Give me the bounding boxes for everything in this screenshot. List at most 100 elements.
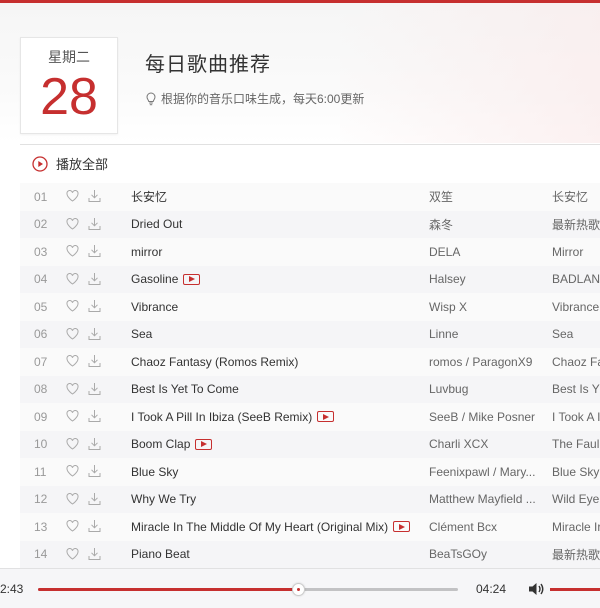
song-title-text: Why We Try bbox=[131, 492, 197, 507]
song-album[interactable]: Vibrance bbox=[552, 300, 600, 314]
heart-icon[interactable] bbox=[66, 217, 79, 230]
heart-icon[interactable] bbox=[66, 465, 79, 477]
player-bar: 2:43 04:24 bbox=[0, 568, 600, 608]
play-all-button[interactable]: 播放全部 bbox=[20, 144, 600, 182]
mv-icon[interactable] bbox=[317, 411, 335, 423]
song-album[interactable]: 长安忆 bbox=[552, 188, 600, 205]
song-artist[interactable]: 双笙 bbox=[429, 188, 541, 205]
download-icon[interactable] bbox=[88, 354, 101, 368]
song-album[interactable]: Wild Eye bbox=[552, 492, 600, 506]
song-title[interactable]: mirror bbox=[131, 245, 162, 259]
download-icon[interactable] bbox=[88, 272, 101, 286]
volume-slider[interactable] bbox=[550, 588, 600, 591]
song-title[interactable]: Blue Sky bbox=[131, 465, 178, 479]
song-artist[interactable]: Matthew Mayfield ... bbox=[429, 492, 541, 506]
heart-icon[interactable] bbox=[66, 300, 79, 312]
song-row[interactable]: 09 I Took A Pill In Ibiza (SeeB Remix) See… bbox=[20, 403, 600, 431]
song-row[interactable]: 08 Best Is Yet To Come Luvbug Best Is Y bbox=[20, 375, 600, 403]
song-title[interactable]: Boom Clap bbox=[131, 437, 213, 452]
download-icon[interactable] bbox=[88, 217, 101, 231]
song-album[interactable]: Sea bbox=[552, 327, 600, 341]
song-row[interactable]: 10 Boom Clap Charli XCX The Faul bbox=[20, 430, 600, 458]
song-row[interactable]: 12 Why We Try Matthew Mayfield ... Wild Eye bbox=[20, 485, 600, 513]
song-row[interactable]: 04 Gasoline Halsey BADLANDS bbox=[20, 265, 600, 293]
song-title[interactable]: I Took A Pill In Ibiza (SeeB Remix) bbox=[131, 410, 335, 424]
song-title[interactable]: Sea bbox=[131, 327, 152, 341]
download-icon[interactable] bbox=[88, 464, 101, 478]
song-title-text: Best Is Yet To Come bbox=[131, 382, 239, 397]
song-album[interactable]: Blue Sky bbox=[552, 465, 600, 479]
track-number: 10 bbox=[34, 437, 48, 452]
play-circle-icon bbox=[32, 155, 48, 172]
song-row[interactable]: 11 Blue Sky Feenixpawl / Mary... Blue Sky bbox=[20, 458, 600, 486]
song-row[interactable]: 01 长安忆 双笙 长安忆 bbox=[20, 183, 600, 211]
song-artist[interactable]: Wisp X bbox=[429, 300, 541, 314]
song-title[interactable]: 长安忆 bbox=[131, 188, 167, 205]
song-artist[interactable]: Linne bbox=[429, 327, 541, 341]
download-icon[interactable] bbox=[88, 492, 101, 506]
heart-icon[interactable] bbox=[66, 190, 79, 202]
song-album[interactable]: 最新热歌 bbox=[552, 546, 600, 563]
song-title[interactable]: Vibrance bbox=[131, 300, 178, 314]
heart-icon[interactable] bbox=[66, 382, 79, 395]
song-album[interactable]: Chaoz Fa bbox=[552, 355, 600, 369]
song-row[interactable]: 06 Sea Linne Sea bbox=[20, 320, 600, 348]
heart-icon[interactable] bbox=[66, 245, 79, 257]
song-row[interactable]: 03 mirror DELA Mirror bbox=[20, 238, 600, 266]
song-artist[interactable]: SeeB / Mike Posner bbox=[429, 410, 541, 424]
download-icon[interactable] bbox=[88, 299, 101, 313]
track-number: 11 bbox=[34, 464, 47, 479]
song-title[interactable]: Chaoz Fantasy (Romos Remix) bbox=[131, 355, 298, 369]
song-album[interactable]: Mirror bbox=[552, 245, 600, 259]
song-artist[interactable]: romos / ParagonX9 bbox=[429, 355, 541, 369]
song-album[interactable]: The Faul bbox=[552, 437, 600, 451]
heart-icon[interactable] bbox=[66, 437, 79, 450]
song-album[interactable]: Miracle Ir bbox=[552, 520, 600, 534]
download-icon[interactable] bbox=[88, 547, 101, 561]
song-album[interactable]: I Took A I bbox=[552, 410, 600, 424]
song-artist[interactable]: DELA bbox=[429, 245, 541, 259]
heart-icon[interactable] bbox=[66, 520, 79, 532]
progress-knob[interactable] bbox=[292, 583, 306, 596]
song-artist[interactable]: Halsey bbox=[429, 272, 541, 286]
heart-icon[interactable] bbox=[66, 272, 79, 285]
song-title[interactable]: Why We Try bbox=[131, 492, 196, 506]
song-title-text: Boom Clap bbox=[131, 437, 191, 452]
song-artist[interactable]: 森冬 bbox=[429, 216, 541, 233]
song-row[interactable]: 14 Piano Beat BeaTsGOy 最新热歌 bbox=[20, 540, 600, 568]
song-row[interactable]: 05 Vibrance Wisp X Vibrance bbox=[20, 293, 600, 321]
song-row[interactable]: 02 Dried Out 森冬 最新热歌 bbox=[20, 210, 600, 238]
song-title[interactable]: Miracle In The Middle Of My Heart (Origi… bbox=[131, 520, 411, 534]
mv-icon[interactable] bbox=[195, 438, 213, 450]
song-title[interactable]: Best Is Yet To Come bbox=[131, 382, 239, 396]
speaker-icon[interactable] bbox=[528, 581, 545, 597]
download-icon[interactable] bbox=[88, 409, 101, 423]
heart-icon[interactable] bbox=[66, 547, 79, 560]
mv-icon[interactable] bbox=[393, 521, 411, 533]
download-icon[interactable] bbox=[88, 437, 101, 451]
heart-icon[interactable] bbox=[66, 327, 79, 340]
song-album[interactable]: BADLANDS bbox=[552, 272, 600, 286]
download-icon[interactable] bbox=[88, 189, 101, 203]
song-artist[interactable]: Charli XCX bbox=[429, 437, 541, 451]
heart-icon[interactable] bbox=[66, 355, 79, 367]
song-artist[interactable]: Clément Bcx bbox=[429, 520, 541, 534]
download-icon[interactable] bbox=[88, 519, 101, 533]
song-row[interactable]: 07 Chaoz Fantasy (Romos Remix) romos / Par… bbox=[20, 348, 600, 376]
song-title[interactable]: Dried Out bbox=[131, 217, 182, 231]
progress-slider[interactable] bbox=[38, 583, 458, 596]
song-album[interactable]: Best Is Y bbox=[552, 382, 600, 396]
song-album[interactable]: 最新热歌 bbox=[552, 216, 600, 233]
download-icon[interactable] bbox=[88, 327, 101, 341]
song-artist[interactable]: Feenixpawl / Mary... bbox=[429, 465, 541, 479]
song-title[interactable]: Piano Beat bbox=[131, 547, 190, 561]
song-title[interactable]: Gasoline bbox=[131, 272, 201, 286]
song-artist[interactable]: Luvbug bbox=[429, 382, 541, 396]
heart-icon[interactable] bbox=[66, 410, 79, 422]
mv-icon[interactable] bbox=[183, 273, 201, 285]
download-icon[interactable] bbox=[88, 382, 101, 396]
song-row[interactable]: 13 Miracle In The Middle Of My Heart (Ori… bbox=[20, 513, 600, 541]
download-icon[interactable] bbox=[88, 244, 101, 258]
song-artist[interactable]: BeaTsGOy bbox=[429, 547, 541, 561]
heart-icon[interactable] bbox=[66, 492, 79, 505]
